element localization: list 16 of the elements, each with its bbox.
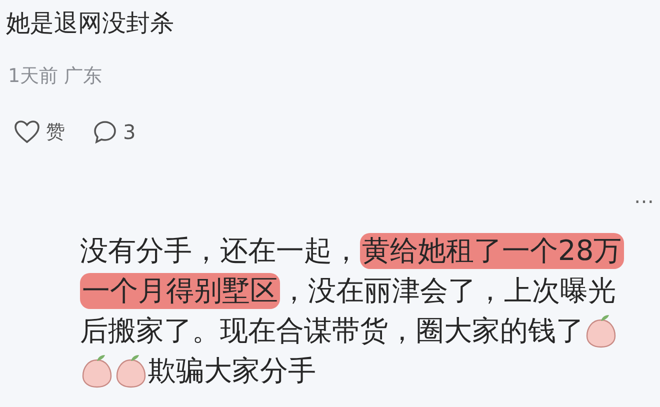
more-options-button[interactable]: … bbox=[634, 186, 654, 206]
heart-icon bbox=[14, 120, 40, 144]
highlighted-text: 一个月得别墅区 bbox=[80, 273, 280, 309]
comment-text: 后搬家了。现在合谋带货，圈大家的钱了 bbox=[80, 313, 584, 349]
peach-emoji-icon bbox=[585, 314, 617, 348]
post-meta: 1天前 广东 bbox=[8, 64, 102, 88]
like-button[interactable]: 赞 bbox=[14, 118, 65, 146]
comment-button[interactable]: 3 bbox=[93, 117, 136, 147]
highlighted-text: 黄给她租了一个28万 bbox=[360, 233, 624, 269]
post-title: 她是退网没封杀 bbox=[6, 8, 174, 39]
speech-bubble-icon bbox=[93, 120, 117, 144]
comment-text: 没有分手，还在一起， bbox=[80, 233, 360, 269]
peach-emoji-icon bbox=[81, 354, 113, 388]
comment-text: ，没在丽津会了，上次曝光 bbox=[280, 273, 616, 309]
comment-text: 欺骗大家分手 bbox=[148, 353, 316, 389]
peach-emoji-icon bbox=[115, 354, 147, 388]
